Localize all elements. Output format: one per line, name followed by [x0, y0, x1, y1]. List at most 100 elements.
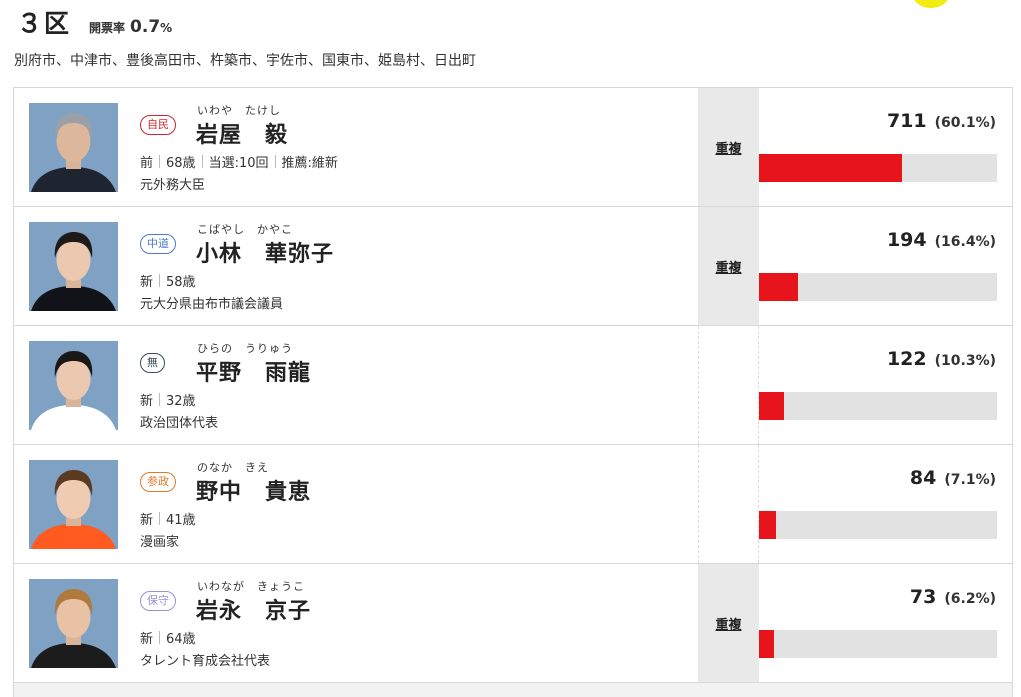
portrait-icon: [31, 113, 116, 192]
vote-bar-fill: [759, 630, 774, 658]
vote-bar-fill: [759, 273, 799, 301]
candidate-row-1: 自民 いわや たけし 岩屋 毅 前 68歳 当選:10回 推薦:維新 元外務大臣 重複…: [14, 88, 1012, 207]
vote-bar-track: [759, 392, 997, 420]
duplicate-link[interactable]: 重複: [715, 614, 741, 633]
candidate-name: 岩屋 毅: [196, 123, 289, 148]
vote-number: 194: [886, 229, 927, 251]
meta-item: 新: [140, 394, 154, 409]
vote-percent: (7.1%): [944, 472, 996, 488]
meta-item: 58歳: [166, 275, 196, 290]
party-badge: 中道: [140, 234, 176, 254]
vote-bar-track: [759, 154, 997, 182]
count-rate-label: 開票率: [89, 21, 126, 35]
meta-item: 前: [140, 156, 154, 171]
candidate-furigana: いわなが きょうこ: [197, 580, 305, 593]
candidate-name: 岩永 京子: [196, 599, 312, 624]
candidate-career: 漫画家: [140, 535, 180, 550]
list-footer-strip: [13, 683, 1013, 697]
candidate-row-4: 参政 のなか きえ 野中 貴恵 新 41歳 漫画家 84 (7.1%): [14, 445, 1012, 564]
vote-count: 711 (60.1%): [887, 110, 996, 132]
meta-item: 当選:10回: [208, 156, 269, 171]
candidate-meta: 前 68歳 当選:10回 推薦:維新: [140, 152, 338, 171]
party-badge: 参政: [140, 472, 176, 492]
vote-count: 122 (10.3%): [887, 348, 996, 370]
candidate-meta: 新 41歳: [140, 509, 196, 528]
candidate-row-3: 無 ひらの うりゅう 平野 雨龍 新 32歳 政治団体代表 122 (10.3%): [14, 326, 1012, 445]
vote-number: 84: [909, 467, 937, 489]
meta-separator: [274, 155, 276, 168]
candidate-name: 小林 華弥子: [196, 242, 335, 267]
vote-percent: (6.2%): [944, 591, 996, 607]
portrait-icon: [31, 232, 116, 311]
yellow-marker: [912, 0, 950, 8]
vote-bar-track: [759, 511, 997, 539]
duplicate-column: [698, 445, 759, 563]
vote-count: 84 (7.1%): [910, 467, 996, 489]
meta-item: 68歳: [166, 156, 196, 171]
count-rate-value: 0.7: [130, 17, 161, 37]
vote-count: 73 (6.2%): [910, 586, 996, 608]
candidate-photo: [29, 222, 118, 311]
district-header: ３区 開票率 0.7 %: [17, 4, 172, 40]
meta-item: 推薦:維新: [281, 156, 338, 171]
candidate-meta: 新 32歳: [140, 390, 196, 409]
party-badge: 無: [140, 353, 165, 373]
candidate-photo: [29, 341, 118, 430]
vote-count: 194 (16.4%): [887, 229, 996, 251]
meta-item: 新: [140, 275, 154, 290]
vote-bar-fill: [759, 154, 903, 182]
vote-bar-track: [759, 273, 997, 301]
meta-separator: [159, 274, 161, 287]
candidate-row-2: 中道 こばやし かやこ 小林 華弥子 新 58歳 元大分県由布市議会議員 重複 1…: [14, 207, 1012, 326]
meta-item: 64歳: [166, 632, 196, 647]
meta-separator: [159, 631, 161, 644]
candidate-list: 自民 いわや たけし 岩屋 毅 前 68歳 当選:10回 推薦:維新 元外務大臣 重複…: [13, 87, 1013, 683]
party-badge: 自民: [140, 115, 176, 135]
duplicate-column: 重複: [698, 88, 759, 206]
candidate-photo: [29, 460, 118, 549]
vote-number: 73: [909, 586, 937, 608]
candidate-photo: [29, 103, 118, 192]
candidate-furigana: いわや たけし: [197, 104, 281, 117]
vote-bar-fill: [759, 392, 784, 420]
meta-item: 32歳: [166, 394, 196, 409]
vote-number: 711: [886, 110, 927, 132]
party-badge: 保守: [140, 591, 176, 611]
district-area: 別府市、中津市、豊後高田市、杵築市、宇佐市、国東市、姫島村、日出町: [14, 53, 476, 69]
duplicate-link[interactable]: 重複: [715, 138, 741, 157]
vote-percent: (60.1%): [934, 115, 996, 131]
duplicate-column: 重複: [698, 207, 759, 325]
portrait-icon: [31, 351, 116, 430]
candidate-furigana: のなか きえ: [197, 461, 269, 474]
candidate-name: 野中 貴恵: [196, 480, 312, 505]
meta-separator: [159, 155, 161, 168]
meta-item: 41歳: [166, 513, 196, 528]
district-title: ３区: [17, 9, 72, 38]
candidate-name: 平野 雨龍: [196, 361, 312, 386]
vote-number: 122: [886, 348, 927, 370]
vote-percent: (16.4%): [934, 234, 996, 250]
candidate-furigana: こばやし かやこ: [197, 223, 293, 236]
vote-percent: (10.3%): [934, 353, 996, 369]
candidate-career: 元大分県由布市議会議員: [140, 297, 284, 312]
meta-item: 新: [140, 513, 154, 528]
meta-separator: [159, 512, 161, 525]
candidate-photo: [29, 579, 118, 668]
meta-separator: [159, 393, 161, 406]
candidate-meta: 新 64歳: [140, 628, 196, 647]
portrait-icon: [31, 470, 116, 549]
count-rate-unit: %: [160, 21, 173, 35]
meta-separator: [201, 155, 203, 168]
portrait-icon: [31, 589, 116, 668]
vote-bar-fill: [759, 511, 776, 539]
candidate-career: タレント育成会社代表: [140, 654, 271, 669]
candidate-row-5: 保守 いわなが きょうこ 岩永 京子 新 64歳 タレント育成会社代表 重複 73…: [14, 564, 1012, 683]
duplicate-column: [698, 326, 759, 444]
candidate-career: 元外務大臣: [140, 178, 206, 193]
duplicate-link[interactable]: 重複: [715, 257, 741, 276]
candidate-career: 政治団体代表: [140, 416, 219, 431]
vote-bar-track: [759, 630, 997, 658]
duplicate-column: 重複: [698, 564, 759, 682]
candidate-meta: 新 58歳: [140, 271, 196, 290]
meta-item: 新: [140, 632, 154, 647]
